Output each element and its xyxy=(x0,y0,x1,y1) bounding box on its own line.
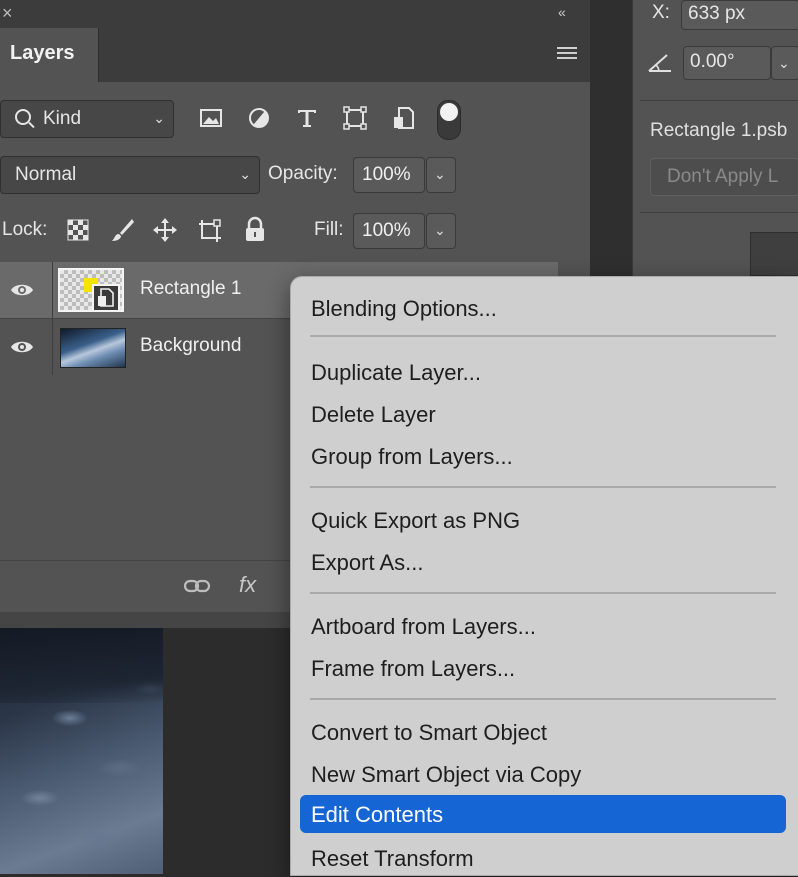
eye-icon[interactable] xyxy=(10,336,34,358)
menu-separator xyxy=(310,698,776,700)
divider xyxy=(640,100,798,101)
menu-item-convert-to-smart-object[interactable]: Convert to Smart Object xyxy=(300,713,786,751)
menu-item-export-as[interactable]: Export As... xyxy=(300,543,786,581)
opacity-label: Opacity: xyxy=(268,163,338,184)
smart-object-filter-icon[interactable] xyxy=(389,104,417,132)
close-icon[interactable]: × xyxy=(2,4,13,22)
chevron-down-icon: ⌄ xyxy=(153,110,165,126)
properties-swatch[interactable] xyxy=(750,232,798,276)
type-filter-icon[interactable] xyxy=(293,104,321,132)
image-filter-icon[interactable] xyxy=(197,104,225,132)
angle-input[interactable]: 0.00° xyxy=(683,46,771,80)
link-icon[interactable] xyxy=(183,576,211,596)
menu-item-reset-transform[interactable]: Reset Transform xyxy=(300,839,786,877)
divider xyxy=(640,212,798,213)
fill-input[interactable]: 100% xyxy=(353,213,425,249)
layer-name: Rectangle 1 xyxy=(140,278,242,299)
lock-all-icon[interactable] xyxy=(241,216,269,244)
collapse-icon[interactable]: « xyxy=(558,4,566,20)
smart-object-badge-icon xyxy=(92,284,120,312)
chevron-down-icon: ⌄ xyxy=(434,166,446,182)
menu-separator xyxy=(310,592,776,594)
menu-item-frame-from-layers[interactable]: Frame from Layers... xyxy=(300,649,786,687)
lock-position-icon[interactable] xyxy=(151,216,179,244)
x-label: X: xyxy=(652,2,670,23)
panel-title-bar xyxy=(0,0,590,28)
menu-item-group-from-layers[interactable]: Group from Layers... xyxy=(300,437,786,475)
menu-item-delete-layer[interactable]: Delete Layer xyxy=(300,395,786,433)
fill-label: Fill: xyxy=(314,219,344,240)
dont-apply-button[interactable]: Don't Apply L xyxy=(650,158,798,196)
background-thumbnail xyxy=(60,328,126,368)
menu-item-quick-export-png[interactable]: Quick Export as PNG xyxy=(300,501,786,539)
filter-kind-select[interactable]: Kind ⌄ xyxy=(0,100,174,138)
canvas-image xyxy=(0,628,163,874)
canvas-shadow xyxy=(0,628,163,703)
smart-object-name: Rectangle 1.psb xyxy=(650,120,788,141)
x-value: 633 px xyxy=(688,3,746,24)
menu-item-blending-options[interactable]: Blending Options... xyxy=(300,289,786,327)
chevron-down-icon: ⌄ xyxy=(434,222,446,238)
lock-artboard-icon[interactable] xyxy=(196,216,224,244)
opacity-value: 100% xyxy=(362,164,411,185)
fill-value: 100% xyxy=(362,220,411,241)
menu-item-artboard-from-layers[interactable]: Artboard from Layers... xyxy=(300,607,786,645)
layer-name: Background xyxy=(140,335,242,356)
smart-object-thumbnail xyxy=(58,268,124,312)
angle-icon xyxy=(648,54,671,72)
opacity-dropdown[interactable]: ⌄ xyxy=(426,157,456,193)
search-icon xyxy=(15,109,31,125)
fill-dropdown[interactable]: ⌄ xyxy=(426,213,456,249)
chevron-down-icon: ⌄ xyxy=(239,166,251,182)
chevron-down-icon: ⌄ xyxy=(778,55,790,71)
menu-separator xyxy=(310,486,776,488)
blend-mode-value: Normal xyxy=(15,164,77,185)
angle-dropdown[interactable]: ⌄ xyxy=(771,46,798,80)
menu-item-new-smart-object-via-copy[interactable]: New Smart Object via Copy xyxy=(300,755,786,793)
tab-layers-label: Layers xyxy=(10,42,75,64)
lock-paint-icon[interactable] xyxy=(108,216,136,244)
eye-icon[interactable] xyxy=(10,279,34,301)
canvas-background xyxy=(163,628,290,874)
blend-mode-select[interactable]: Normal ⌄ xyxy=(0,156,260,194)
lock-label: Lock: xyxy=(2,219,48,240)
lock-transparent-icon[interactable] xyxy=(64,216,92,244)
filter-toggle-icon[interactable] xyxy=(437,100,461,140)
adjustment-filter-icon[interactable] xyxy=(245,104,273,132)
menu-item-edit-contents[interactable]: Edit Contents xyxy=(300,795,786,833)
menu-item-duplicate-layer[interactable]: Duplicate Layer... xyxy=(300,353,786,391)
dont-apply-label: Don't Apply L xyxy=(667,166,779,187)
panel-menu-icon[interactable] xyxy=(557,47,577,61)
fx-icon[interactable]: fx xyxy=(239,572,256,598)
x-position-input[interactable]: 633 px xyxy=(681,0,798,30)
tab-layers[interactable]: Layers xyxy=(0,28,99,82)
filter-kind-label: Kind xyxy=(43,108,82,129)
angle-value: 0.00° xyxy=(690,51,735,72)
opacity-input[interactable]: 100% xyxy=(353,157,425,193)
shape-filter-icon[interactable] xyxy=(341,104,369,132)
menu-separator xyxy=(310,335,776,337)
